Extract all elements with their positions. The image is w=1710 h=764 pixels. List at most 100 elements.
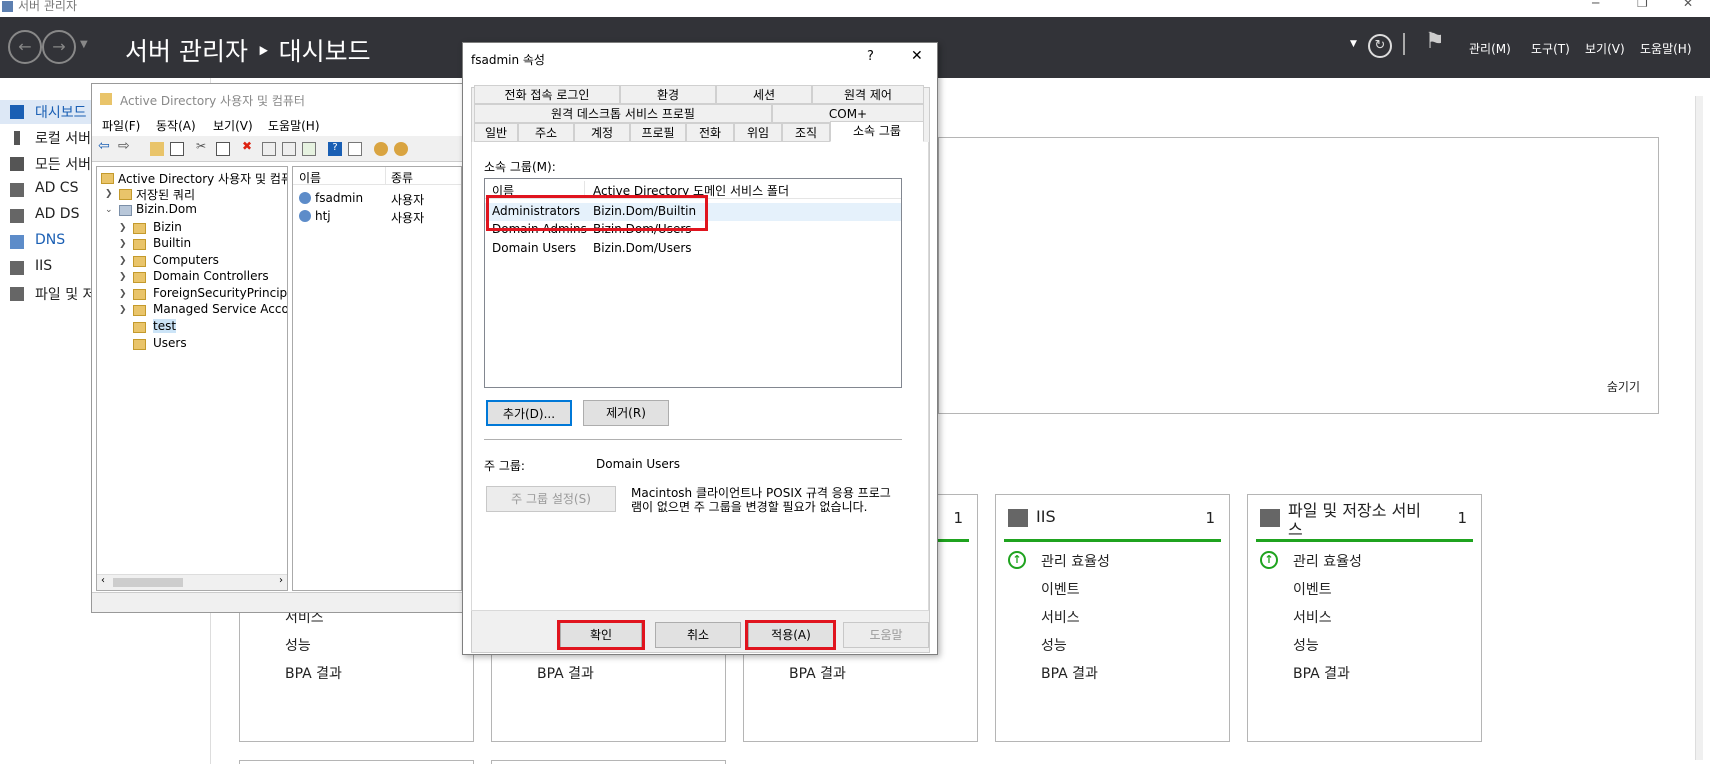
menu-tools[interactable]: 도구(T) bbox=[1531, 40, 1570, 57]
tile-row[interactable]: 이벤트 bbox=[1041, 579, 1080, 599]
tree-root[interactable]: Active Directory 사용자 및 컴퓨터 bbox=[118, 170, 287, 187]
chevron-right-icon[interactable]: ❯ bbox=[105, 189, 113, 199]
refresh-icon[interactable] bbox=[282, 142, 296, 156]
tile-row[interactable]: BPA 결과 bbox=[537, 663, 594, 683]
export-icon[interactable] bbox=[302, 142, 316, 156]
menu-view[interactable]: 보기(V) bbox=[1585, 40, 1625, 57]
close-icon[interactable]: ✕ bbox=[911, 48, 923, 64]
tab-rds-profile[interactable]: 원격 데스크톱 서비스 프로필 bbox=[474, 104, 772, 123]
column-header-type[interactable]: 종류 bbox=[391, 169, 413, 186]
chevron-right-icon[interactable]: ❯ bbox=[119, 256, 127, 266]
scroll-right-icon[interactable]: › bbox=[279, 575, 283, 586]
tile-row[interactable]: 성능 bbox=[285, 635, 311, 655]
maximize-icon[interactable]: ❐ bbox=[1637, 0, 1648, 10]
copy-icon[interactable] bbox=[216, 142, 230, 156]
chevron-right-icon[interactable]: ❯ bbox=[119, 272, 127, 282]
cancel-button[interactable]: 취소 bbox=[655, 622, 741, 648]
delete-icon[interactable]: ✖ bbox=[242, 139, 256, 153]
tree-item-domain-controllers[interactable]: Domain Controllers bbox=[153, 269, 269, 283]
list-item[interactable]: htj 사용자 bbox=[293, 207, 461, 225]
tab-profile[interactable]: 프로필 bbox=[630, 123, 686, 142]
tab-dialin[interactable]: 전화 접속 로그인 bbox=[474, 85, 620, 104]
tree-item-managed-service[interactable]: Managed Service Accou bbox=[153, 302, 287, 316]
console-icon[interactable] bbox=[348, 142, 362, 156]
tree-item-test[interactable]: test bbox=[153, 319, 177, 333]
tab-telephones[interactable]: 전화 bbox=[686, 123, 734, 142]
help-button[interactable]: 도움말 bbox=[843, 622, 929, 648]
chevron-right-icon[interactable]: ❯ bbox=[119, 289, 127, 299]
menu-help[interactable]: 도움말(H) bbox=[1640, 40, 1692, 57]
remove-button[interactable]: 제거(R) bbox=[583, 400, 669, 426]
tree-item-builtin[interactable]: Builtin bbox=[153, 236, 191, 250]
file-storage-tile[interactable]: 파일 및 저장소 서비 스 1 ↑ 관리 효율성 이벤트 서비스 성능 BPA … bbox=[1247, 494, 1482, 742]
properties-icon[interactable] bbox=[262, 142, 276, 156]
chevron-right-icon[interactable]: ❯ bbox=[119, 305, 127, 315]
refresh-icon[interactable]: ↻ bbox=[1368, 34, 1392, 58]
help-icon[interactable]: ? bbox=[867, 49, 874, 64]
tab-organization[interactable]: 조직 bbox=[782, 123, 830, 142]
user-icon[interactable] bbox=[374, 142, 388, 156]
tile-row[interactable]: 관리 효율성 bbox=[1041, 551, 1110, 571]
tab-member-of[interactable]: 소속 그룹 bbox=[830, 121, 924, 142]
scroll-left-icon[interactable]: ‹ bbox=[101, 575, 105, 586]
back-icon[interactable]: ← bbox=[8, 30, 42, 64]
chevron-down-icon[interactable]: ▼ bbox=[80, 39, 88, 50]
chevron-right-icon[interactable]: ❯ bbox=[119, 223, 127, 233]
menu-manage[interactable]: 관리(M) bbox=[1469, 40, 1511, 57]
minimize-icon[interactable]: ─ bbox=[1592, 0, 1599, 10]
tab-delegation[interactable]: 위임 bbox=[734, 123, 782, 142]
tree-item-foreign-security[interactable]: ForeignSecurityPrincipal bbox=[153, 286, 287, 300]
tile-row[interactable]: 서비스 bbox=[1293, 607, 1332, 627]
primary-group-note: Macintosh 클라이언트나 POSIX 규격 응용 프로그 램이 없으면 … bbox=[631, 486, 891, 514]
tile-row[interactable]: BPA 결과 bbox=[1041, 663, 1098, 683]
tile-row[interactable]: BPA 결과 bbox=[789, 663, 846, 683]
cut-icon[interactable]: ✂ bbox=[196, 139, 210, 153]
tile-row[interactable]: BPA 결과 bbox=[285, 663, 342, 683]
tile-row[interactable]: 성능 bbox=[1041, 635, 1067, 655]
chevron-right-icon[interactable]: ❯ bbox=[119, 239, 127, 249]
tab-remote-control[interactable]: 원격 제어 bbox=[812, 85, 924, 104]
set-primary-group-button[interactable]: 주 그룹 설정(S) bbox=[486, 486, 616, 512]
column-header-name[interactable]: 이름 bbox=[299, 169, 321, 186]
tab-general[interactable]: 일반 bbox=[474, 123, 518, 142]
tile-row[interactable]: BPA 결과 bbox=[1293, 663, 1350, 683]
tile-row[interactable]: 성능 bbox=[1293, 635, 1319, 655]
close-icon[interactable]: ✕ bbox=[1683, 0, 1693, 10]
tab-environment[interactable]: 환경 bbox=[620, 85, 716, 104]
flag-icon[interactable]: ⚑ bbox=[1425, 29, 1445, 54]
horizontal-scrollbar[interactable]: ‹ › bbox=[97, 574, 287, 590]
hide-link[interactable]: 숨기기 bbox=[1607, 378, 1640, 395]
tab-sessions[interactable]: 세션 bbox=[716, 85, 812, 104]
show-hide-tree-icon[interactable] bbox=[170, 142, 184, 156]
tree-item-computers[interactable]: Computers bbox=[153, 253, 219, 267]
tree-item-bizin[interactable]: Bizin bbox=[153, 220, 182, 234]
tile-row[interactable]: 서비스 bbox=[1041, 607, 1080, 627]
menu-file[interactable]: 파일(F) bbox=[102, 117, 140, 134]
add-button[interactable]: 추가(D)... bbox=[486, 400, 572, 426]
tree-item-users[interactable]: Users bbox=[153, 336, 187, 350]
forward-icon[interactable]: ⇨ bbox=[118, 138, 132, 154]
dropdown-icon[interactable]: ▼ bbox=[1350, 39, 1357, 49]
chevron-down-icon[interactable]: ⌄ bbox=[105, 205, 113, 215]
menu-action[interactable]: 동작(A) bbox=[156, 117, 196, 134]
tree-item-domain[interactable]: Bizin.Dom bbox=[136, 202, 197, 216]
back-icon[interactable]: ⇦ bbox=[98, 138, 112, 154]
column-divider[interactable] bbox=[385, 167, 386, 185]
tab-address[interactable]: 주소 bbox=[518, 123, 574, 142]
tile-row[interactable]: 관리 효율성 bbox=[1293, 551, 1362, 571]
group-icon[interactable] bbox=[394, 142, 408, 156]
menu-view[interactable]: 보기(V) bbox=[213, 117, 253, 134]
up-folder-icon[interactable] bbox=[150, 142, 164, 156]
iis-tile[interactable]: IIS 1 ↑ 관리 효율성 이벤트 서비스 성능 BPA 결과 bbox=[995, 494, 1230, 742]
menu-help[interactable]: 도움말(H) bbox=[268, 117, 320, 134]
forward-icon[interactable]: → bbox=[42, 30, 76, 64]
scroll-thumb[interactable] bbox=[113, 578, 183, 587]
list-item[interactable]: fsadmin 사용자 bbox=[293, 189, 461, 207]
tile-row[interactable]: 이벤트 bbox=[1293, 579, 1332, 599]
list-item[interactable]: Domain Users Bizin.Dom/Users bbox=[485, 240, 901, 258]
scrollbar[interactable] bbox=[1695, 96, 1703, 760]
tab-account[interactable]: 계정 bbox=[574, 123, 630, 142]
primary-group-value: Domain Users bbox=[596, 457, 680, 471]
help-icon[interactable]: ? bbox=[328, 142, 342, 156]
tree-item-saved-queries[interactable]: 저장된 쿼리 bbox=[136, 186, 195, 203]
